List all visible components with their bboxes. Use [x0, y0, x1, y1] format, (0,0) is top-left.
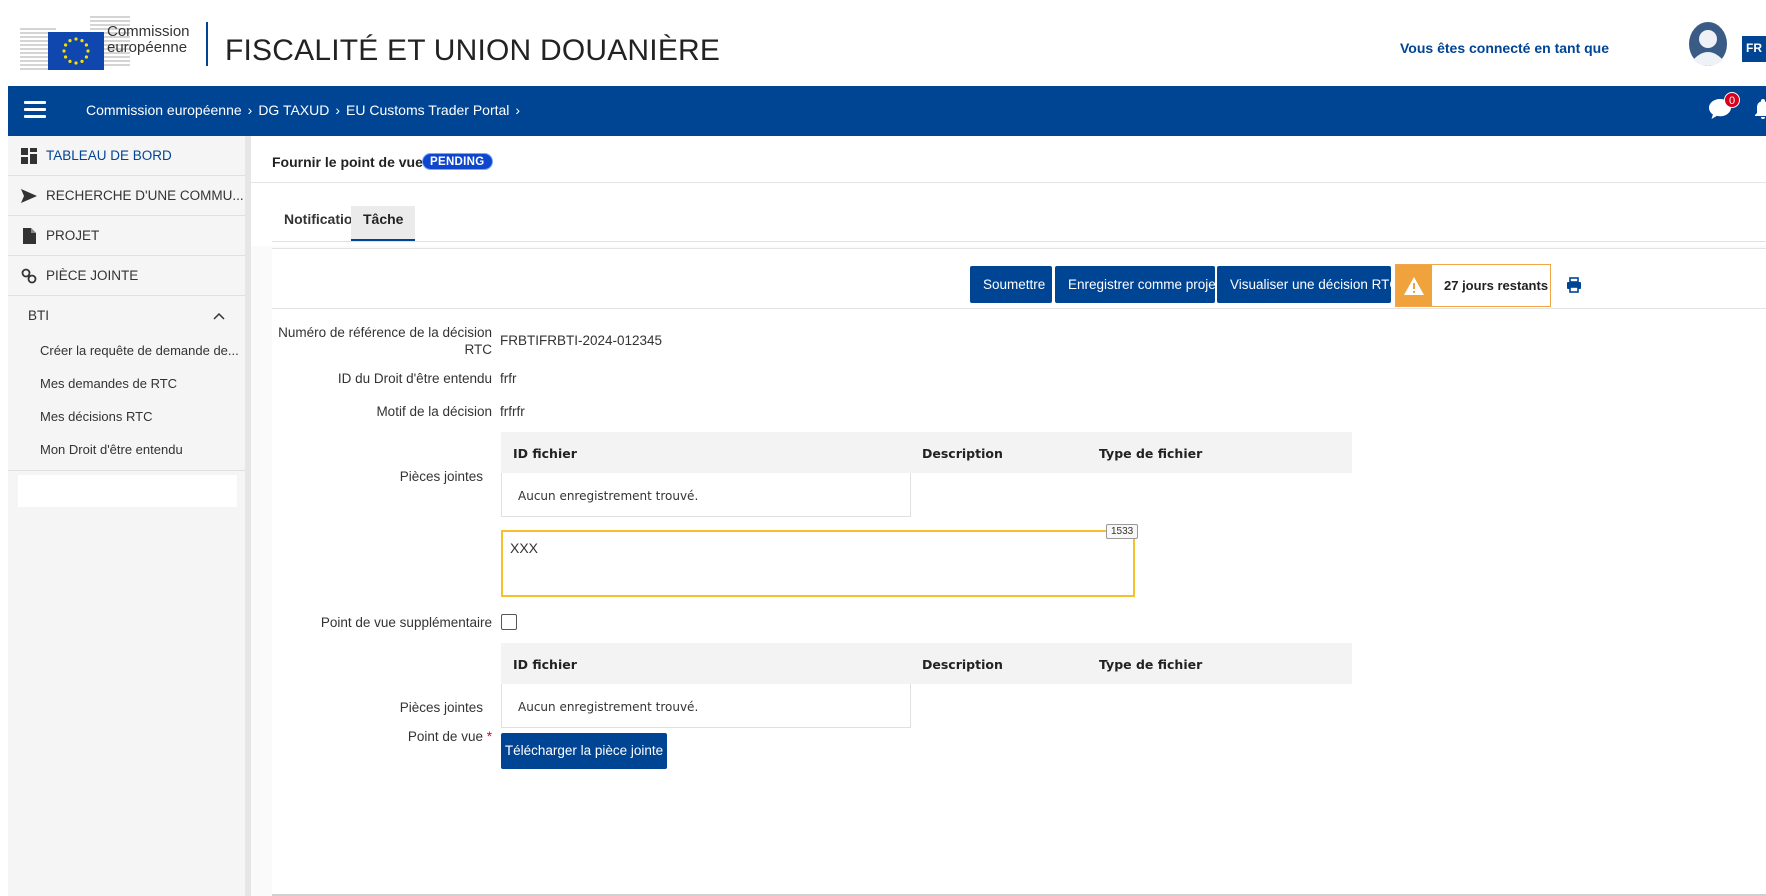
character-count-badge: 1533 [1106, 524, 1139, 539]
viewpoint-label-text: Point de vue [407, 729, 483, 744]
sidebar-section-bti[interactable]: BTI [8, 296, 245, 334]
column-header-description[interactable]: Description [922, 657, 1003, 672]
right-to-be-heard-id-value: frfr [500, 371, 517, 386]
eu-flag-icon [48, 32, 104, 70]
site-title: FISCALITÉ ET UNION DOUANIÈRE [225, 34, 721, 67]
file-icon [20, 227, 38, 245]
tabs-divider [272, 241, 1766, 242]
sidebar: TABLEAU DE BORD RECHERCHE D'UNE COMMU...… [8, 136, 251, 896]
sidebar-item-label: TABLEAU DE BORD [46, 148, 172, 163]
sidebar-section-label: BTI [28, 307, 50, 323]
logo-divider [206, 22, 208, 66]
site-header: Commission européenne FISCALITÉ ET UNION… [0, 0, 1766, 86]
save-draft-button[interactable]: Enregistrer comme projet [1055, 266, 1220, 303]
bell-icon[interactable] [1754, 98, 1766, 122]
ref-number-label: Numéro de référence de la décision RTC [272, 324, 492, 358]
breadcrumb-separator: › [515, 102, 521, 118]
days-remaining-notice: 27 jours restants [1395, 264, 1551, 307]
notification-count-badge: 0 [1724, 92, 1740, 108]
chevron-up-icon[interactable] [213, 308, 225, 323]
page-header: Fournir le point de vue PENDING [251, 136, 1766, 183]
attachments-table: ID fichier Description Type de fichier A… [501, 432, 1352, 517]
attachments-label-2: Pièces jointes [399, 700, 483, 715]
column-header-file-type[interactable]: Type de fichier [1099, 446, 1202, 461]
table-empty-row: Aucun enregistrement trouvé. [501, 684, 911, 728]
attachments-label: Pièces jointes [399, 469, 483, 484]
send-icon [20, 187, 38, 205]
column-header-file-id[interactable]: ID fichier [513, 657, 577, 672]
ref-number-label-line2: RTC [464, 342, 492, 357]
required-asterisk: * [486, 729, 492, 744]
dashboard-icon [20, 147, 38, 165]
right-to-be-heard-id-label: ID du Droit d'être entendu [337, 371, 492, 386]
print-icon[interactable] [1566, 277, 1582, 293]
breadcrumb-item-portal[interactable]: EU Customs Trader Portal [346, 102, 509, 118]
main-content: Fournir le point de vue PENDING Notifica… [251, 136, 1766, 896]
breadcrumb-item-commission[interactable]: Commission européenne [86, 102, 242, 118]
tab-bar: Notification Tâche [251, 183, 1766, 246]
link-icon [20, 267, 38, 285]
ec-logo-text: Commission européenne [107, 24, 190, 56]
table-header-row: ID fichier Description Type de fichier [501, 432, 1352, 473]
upload-attachment-button[interactable]: Télécharger la pièce jointe [501, 733, 667, 769]
breadcrumb-separator: › [335, 102, 341, 118]
sidebar-divider [8, 470, 245, 471]
warning-icon [1396, 265, 1432, 306]
ref-number-label-line1: Numéro de référence de la décision [278, 325, 492, 340]
extra-viewpoint-label: Point de vue supplémentaire [320, 615, 492, 630]
breadcrumb-item-dg-taxud[interactable]: DG TAXUD [258, 102, 329, 118]
sidebar-item-attachment[interactable]: PIÈCE JOINTE [8, 256, 245, 296]
sidebar-subitem-my-requests[interactable]: Mes demandes de RTC [8, 367, 245, 400]
sidebar-subitem-my-decisions[interactable]: Mes décisions RTC [8, 400, 245, 433]
sidebar-item-label: RECHERCHE D'UNE COMMU... [46, 188, 244, 203]
column-header-description[interactable]: Description [922, 446, 1003, 461]
logo-line-1: Commission [107, 23, 190, 40]
decision-reason-label: Motif de la décision [376, 404, 492, 419]
sidebar-item-label: PIÈCE JOINTE [46, 268, 139, 283]
sidebar-blank-panel [18, 475, 237, 507]
viewpoint-textarea[interactable]: XXX [501, 530, 1135, 597]
submit-button[interactable]: Soumettre [970, 266, 1052, 303]
table-header-row: ID fichier Description Type de fichier [501, 643, 1352, 684]
user-avatar-icon[interactable] [1686, 20, 1730, 68]
viewpoint-label: Point de vue * [272, 729, 492, 744]
language-selector[interactable]: FR [1742, 36, 1766, 62]
sidebar-item-project[interactable]: PROJET [8, 216, 245, 256]
days-remaining-text: 27 jours restants [1444, 278, 1549, 293]
page-title: Fournir le point de vue [272, 154, 423, 170]
extra-viewpoint-checkbox[interactable] [501, 614, 517, 630]
breadcrumb: Commission européenne › DG TAXUD › EU Cu… [86, 102, 520, 118]
view-decision-button[interactable]: Visualiser une décision RTC [1217, 266, 1399, 303]
tab-task[interactable]: Tâche [351, 206, 416, 242]
column-header-file-type[interactable]: Type de fichier [1099, 657, 1202, 672]
sidebar-item-search-commodity[interactable]: RECHERCHE D'UNE COMMU... [8, 176, 245, 216]
sidebar-subitem-right-to-be-heard[interactable]: Mon Droit d'être entendu [8, 433, 245, 466]
viewpoint-form: Numéro de référence de la décision RTC F… [272, 308, 1766, 896]
hamburger-menu-icon[interactable] [24, 101, 46, 119]
breadcrumb-separator: › [247, 102, 253, 118]
ref-number-value: FRBTIFRBTI-2024-012345 [500, 333, 663, 348]
sidebar-item-label: PROJET [46, 228, 100, 243]
empty-message: Aucun enregistrement trouvé. [518, 489, 699, 503]
main-navbar: Commission européenne › DG TAXUD › EU Cu… [8, 86, 1766, 136]
column-header-file-id[interactable]: ID fichier [513, 446, 577, 461]
attachments-table-2: ID fichier Description Type de fichier A… [501, 643, 1352, 728]
sidebar-subitem-create-request[interactable]: Créer la requête de demande de... [8, 334, 245, 367]
status-badge: PENDING [422, 153, 493, 170]
connected-user-text: Vous êtes connecté en tant que [1400, 40, 1610, 56]
decision-reason-value: frfrfr [500, 404, 525, 419]
logo-line-2: européenne [107, 39, 188, 56]
table-empty-row: Aucun enregistrement trouvé. [501, 473, 911, 517]
sidebar-item-dashboard[interactable]: TABLEAU DE BORD [8, 136, 245, 176]
empty-message: Aucun enregistrement trouvé. [518, 700, 699, 714]
